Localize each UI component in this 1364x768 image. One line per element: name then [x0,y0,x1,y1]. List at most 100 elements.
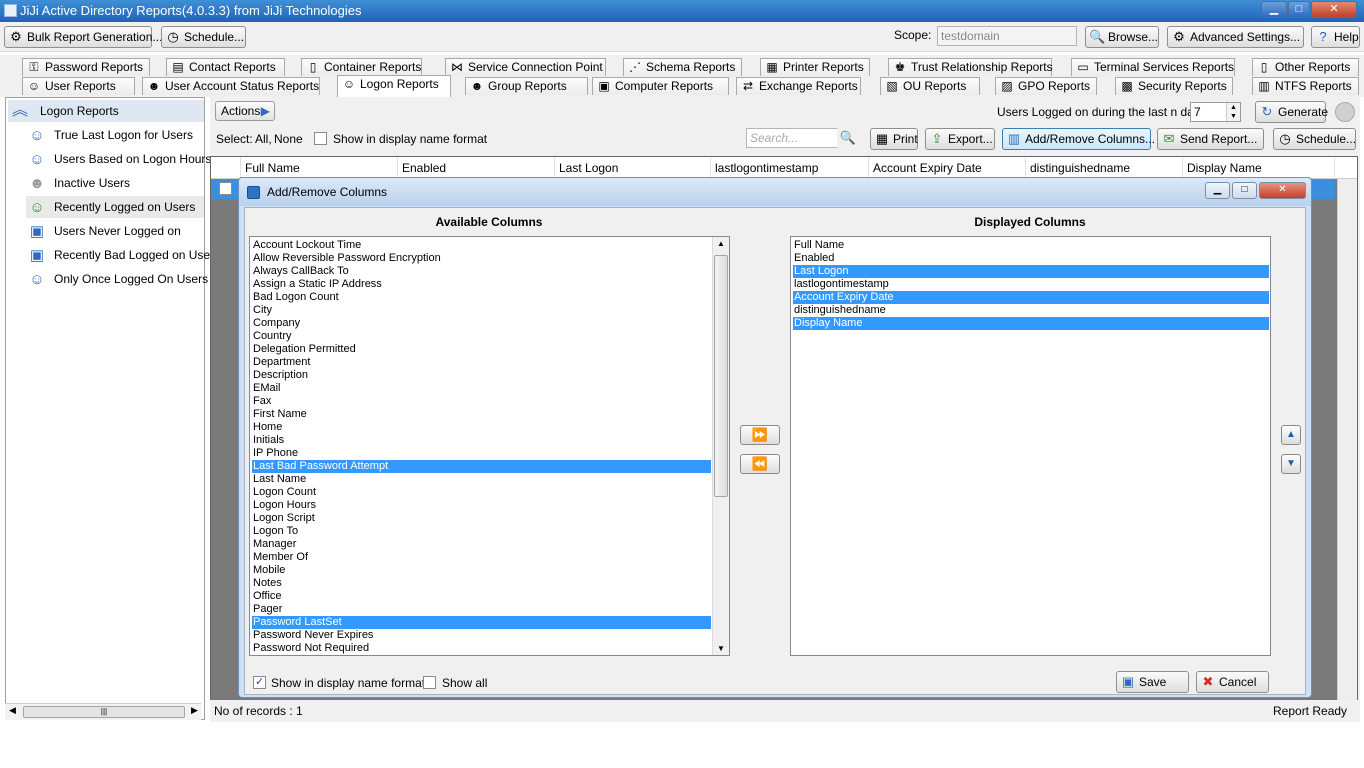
days-stepper[interactable]: 7 ▲ ▼ [1190,102,1241,122]
sidebar-item-logon-hours[interactable]: ☺ Users Based on Logon Hours [26,148,211,170]
tab-printer-reports[interactable]: ▦ Printer Reports [760,58,870,76]
column-header[interactable]: Account Expiry Date [869,157,1026,179]
scroll-down-icon[interactable]: ▼ [717,644,725,653]
sidebar-item-once-logged[interactable]: ☺ Only Once Logged On Users [26,268,208,290]
stepper-arrows-icon[interactable]: ▲ ▼ [1226,103,1240,121]
move-up-button[interactable]: ▲ [1281,425,1301,445]
list-item[interactable]: Logon Script [252,512,711,525]
list-item[interactable]: Logon Hours [252,499,711,512]
stop-icon[interactable] [1335,102,1355,122]
column-header[interactable]: Display Name [1183,157,1335,179]
tab-group-reports[interactable]: ☻ Group Reports [465,77,588,95]
dialog-display-name-checkbox[interactable] [253,675,266,689]
minimize-button[interactable]: ▁ [1261,1,1287,18]
list-item[interactable]: Initials [252,434,711,447]
advanced-settings-button[interactable]: ⚙ Advanced Settings... [1167,26,1304,48]
add-column-button[interactable]: ⏩ [740,425,780,445]
schedule-button[interactable]: ◷ Schedule... [161,26,246,48]
sidebar-item-never-logged[interactable]: ▣ Users Never Logged on [26,220,204,242]
sidebar-header[interactable]: ︽ Logon Reports [8,100,204,122]
list-item[interactable]: Department [252,356,711,369]
bulk-report-button[interactable]: ⚙ Bulk Report Generation... [4,26,162,48]
list-item[interactable]: Notes [252,577,711,590]
list-item[interactable]: Country [252,330,711,343]
scroll-up-icon[interactable]: ▲ [717,239,725,248]
list-item[interactable]: Logon Count [252,486,711,499]
scope-field[interactable]: testdomain [937,26,1077,46]
tab-user-reports[interactable]: ☺ User Reports [22,77,135,95]
tab-exchange-reports[interactable]: ⇄ Exchange Reports [736,77,861,95]
add-remove-columns-button[interactable]: ▥ Add/Remove Columns... [1002,128,1155,150]
displayed-columns-list[interactable]: Full Name Enabled Last Logon lastlogontimes… [790,236,1271,656]
dialog-close-button[interactable]: ✕ [1259,182,1306,199]
list-item[interactable]: Allow Reversible Password Encryption [252,252,711,265]
tab-schema-reports[interactable]: ⋰ Schema Reports [623,58,742,76]
column-header[interactable]: Enabled [398,157,555,179]
help-button[interactable]: ? Help [1311,26,1360,48]
scroll-left-icon[interactable]: ◀ [9,705,16,716]
sidebar-item-recently-logged[interactable]: ☺ Recently Logged on Users [26,196,204,218]
remove-column-button[interactable]: ⏪ [740,454,780,474]
tab-gpo-reports[interactable]: ▨ GPO Reports [995,77,1097,95]
select-none-link[interactable]: None [274,132,303,146]
tab-computer-reports[interactable]: ▣ Computer Reports [592,77,729,95]
tab-logon-reports[interactable]: ☺ Logon Reports [337,75,451,97]
list-item[interactable]: Password Not Required [252,642,711,655]
list-item[interactable]: Always CallBack To [252,265,711,278]
row-checkbox[interactable] [219,182,232,195]
list-item[interactable]: Assign a Static IP Address [252,278,711,291]
list-item[interactable]: Password LastSet [252,616,711,629]
sidebar-item-true-last-logon[interactable]: ☺ True Last Logon for Users [26,124,204,146]
list-item[interactable]: distinguishedname [793,304,1269,317]
search-icon[interactable]: 🔍 [837,128,859,148]
list-item[interactable]: Member Of [252,551,711,564]
send-report-button[interactable]: ✉ Send Report... [1157,128,1264,150]
list-item[interactable]: EMail [252,382,711,395]
save-button[interactable]: ▣ Save [1116,671,1189,693]
tab-terminal-services-reports[interactable]: ▭ Terminal Services Reports [1071,58,1235,76]
column-header[interactable]: Last Logon [555,157,711,179]
list-item[interactable]: City [252,304,711,317]
tab-password-reports[interactable]: ⚿ Password Reports [22,58,150,76]
list-item[interactable]: Pager [252,603,711,616]
column-header[interactable]: lastlogontimestamp [711,157,869,179]
select-all-link[interactable]: All, [255,132,272,146]
tab-contact-reports[interactable]: ▤ Contact Reports [166,58,285,76]
sidebar-scrollbar[interactable]: ◀ ||| ▶ [5,703,201,720]
list-item[interactable]: Last Name [252,473,711,486]
tab-trust-relationship-reports[interactable]: ♚ Trust Relationship Reports [888,58,1053,76]
cancel-button[interactable]: ✖ Cancel [1196,671,1269,693]
list-item[interactable]: Account Lockout Time [252,239,711,252]
list-item[interactable]: Last Logon [793,265,1269,278]
display-name-checkbox[interactable] [314,132,327,145]
browse-button[interactable]: 🔍 Browse... [1085,26,1159,48]
list-item[interactable]: Account Expiry Date [793,291,1269,304]
tab-service-connection-point[interactable]: ⋈ Service Connection Point [445,58,606,76]
print-button[interactable]: ▦ Print [870,128,918,150]
tab-ou-reports[interactable]: ▧ OU Reports [880,77,980,95]
list-item[interactable]: Password Never Expires [252,629,711,642]
move-down-button[interactable]: ▼ [1281,454,1301,474]
list-item[interactable]: Company [252,317,711,330]
list-item[interactable]: Fax [252,395,711,408]
list-item[interactable]: Manager [252,538,711,551]
column-header[interactable]: Full Name [241,157,398,179]
sidebar-item-bad-logon[interactable]: ▣ Recently Bad Logged on Users [26,244,220,266]
list-item[interactable]: First Name [252,408,711,421]
actions-button[interactable]: Actions ▶ [215,101,275,121]
list-item[interactable]: Office [252,590,711,603]
available-columns-list[interactable]: ▲ ▼ Account Lockout Time Allow Reversible… [249,236,730,656]
list-item[interactable]: Description [252,369,711,382]
list-item[interactable]: Display Name [793,317,1269,330]
dialog-minimize-button[interactable]: ▁ [1205,182,1230,199]
tab-security-reports[interactable]: ▩ Security Reports [1115,77,1233,95]
report-schedule-button[interactable]: ◷ Schedule... [1273,128,1356,150]
list-item[interactable]: lastlogontimestamp [793,278,1269,291]
export-button[interactable]: ⇪ Export... [925,128,995,150]
list-item[interactable]: IP Phone [252,447,711,460]
list-item[interactable]: Home [252,421,711,434]
tab-user-account-status-reports[interactable]: ☻ User Account Status Reports [142,77,320,95]
dialog-maximize-button[interactable]: □ [1232,182,1257,199]
maximize-button[interactable]: □ [1288,1,1310,18]
grid-scrollbar[interactable] [1337,179,1357,700]
